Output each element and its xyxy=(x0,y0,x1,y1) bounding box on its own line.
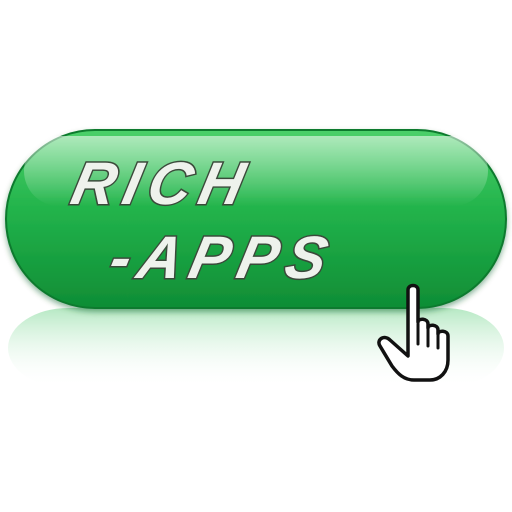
app-icon-canvas: RICH -APPS xyxy=(0,0,512,512)
rich-apps-button-graphic: RICH -APPS xyxy=(5,129,507,388)
rich-apps-button[interactable]: RICH -APPS xyxy=(0,0,512,512)
button-label-line2: -APPS xyxy=(104,224,342,291)
button-label-line1: RICH xyxy=(66,150,259,217)
